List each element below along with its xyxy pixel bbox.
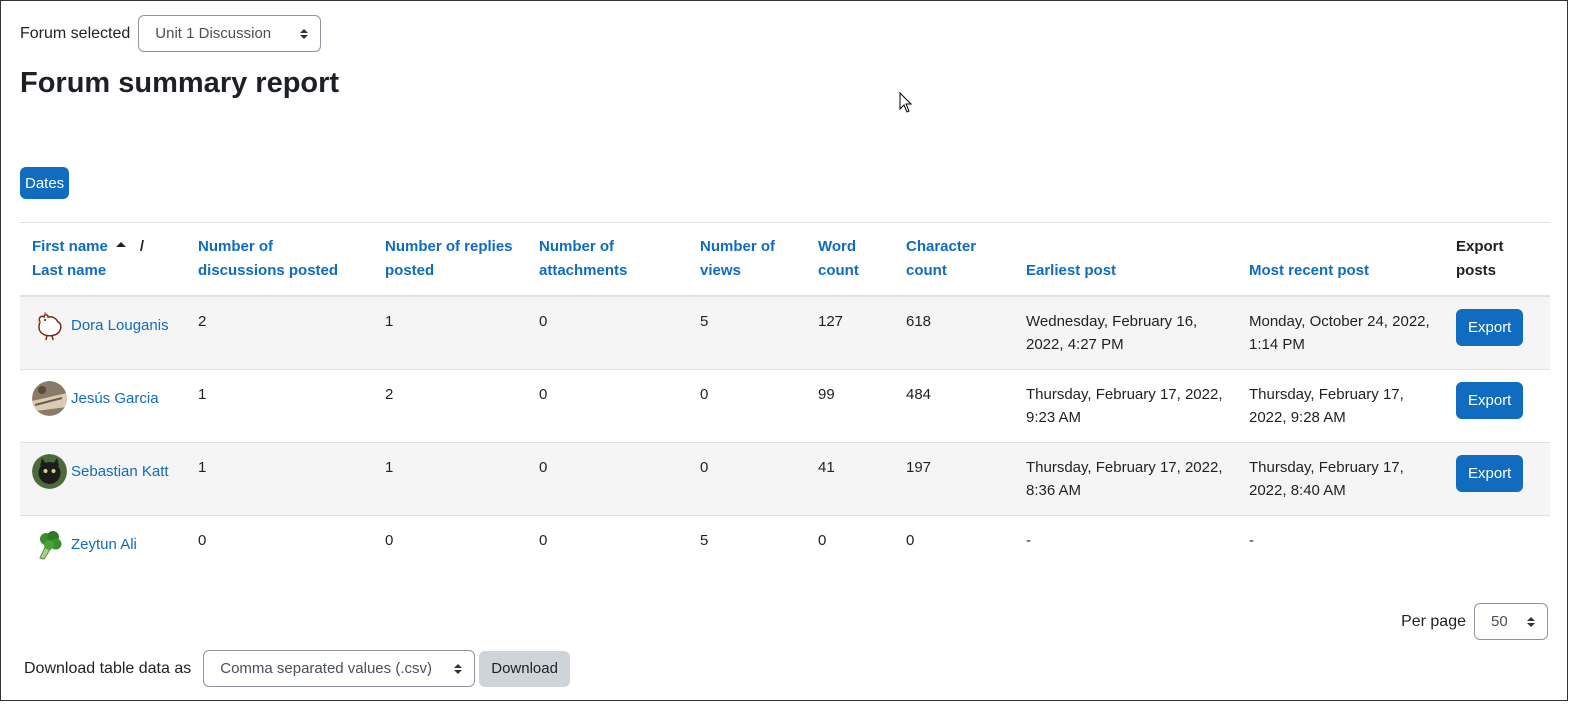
page-frame: Forum selected Unit 1 Discussion Forum s… [0, 0, 1568, 701]
sort-word-count-link[interactable]: Word count [818, 238, 859, 279]
header-separator: / [139, 238, 145, 255]
sort-replies-link[interactable]: Number of replies posted [385, 238, 513, 279]
cell-word-count: 41 [806, 442, 894, 516]
column-header-replies[interactable]: Number of replies posted [373, 222, 527, 297]
cell-discussions: 1 [186, 442, 373, 516]
cell-replies: 0 [373, 515, 527, 588]
table-row: Zeytun Ali 0 0 0 5 0 0 - - [20, 515, 1550, 588]
dates-button[interactable]: Dates [20, 167, 70, 199]
cell-earliest-post: - [1014, 515, 1237, 588]
chicken-icon [32, 308, 67, 343]
cell-attachments: 0 [527, 515, 688, 588]
cell-recent-post: Monday, October 24, 2022, 1:14 PM [1237, 295, 1444, 370]
photo-avatar [32, 381, 67, 416]
download-format-value: Comma separated values (.csv) [220, 660, 432, 677]
per-page-control: Per page 50 [1401, 603, 1548, 640]
cell-discussions: 0 [186, 515, 373, 588]
cell-earliest-post: Thursday, February 17, 2022, 8:36 AM [1014, 442, 1237, 516]
cell-views: 0 [688, 442, 806, 516]
column-header-discussions[interactable]: Number of discussions posted [186, 222, 373, 297]
sort-views-link[interactable]: Number of views [700, 238, 775, 279]
column-header-name: First name / Last name [20, 222, 186, 297]
cell-replies: 1 [373, 295, 527, 370]
column-header-views[interactable]: Number of views [688, 222, 806, 297]
table-header-row: First name / Last name Number of discussi… [20, 222, 1550, 297]
sort-last-name-link[interactable]: Last name [32, 262, 106, 279]
per-page-label: Per page [1401, 612, 1466, 630]
table-row: Jesús Garcia 1 2 0 0 99 484 Thursday, Fe… [20, 369, 1550, 443]
forum-select-value: Unit 1 Discussion [155, 25, 272, 42]
user-link[interactable]: Jesús Garcia [71, 387, 159, 410]
per-page-value: 50 [1491, 613, 1508, 630]
sort-earliest-link[interactable]: Earliest post [1026, 262, 1116, 279]
cell-attachments: 0 [527, 442, 688, 516]
cell-views: 5 [688, 295, 806, 370]
forum-selector-row: Forum selected Unit 1 Discussion [20, 15, 322, 52]
cell-recent-post: Thursday, February 17, 2022, 8:40 AM [1237, 442, 1444, 516]
select-arrows-icon [454, 663, 463, 674]
export-button[interactable]: Export [1456, 309, 1524, 346]
cell-word-count: 0 [806, 515, 894, 588]
cell-views: 5 [688, 515, 806, 588]
sort-attachments-link[interactable]: Number of attachments [539, 238, 627, 279]
cell-attachments: 0 [527, 295, 688, 370]
cell-discussions: 2 [186, 295, 373, 370]
forum-select[interactable]: Unit 1 Discussion [138, 15, 322, 52]
user-link[interactable]: Sebastian Katt [71, 460, 169, 483]
table-row: Dora Louganis 2 1 0 5 127 618 Wednesday,… [20, 295, 1550, 370]
download-format-select[interactable]: Comma separated values (.csv) [203, 650, 476, 687]
select-arrows-icon [1527, 616, 1535, 627]
column-header-char-count[interactable]: Character count [894, 222, 1014, 297]
cell-earliest-post: Wednesday, February 16, 2022, 4:27 PM [1014, 295, 1237, 370]
download-label: Download table data as [24, 659, 192, 677]
cell-discussions: 1 [186, 369, 373, 443]
forum-selector-label: Forum selected [20, 24, 131, 42]
cat-photo-avatar [32, 454, 67, 489]
cell-recent-post: - [1237, 515, 1444, 588]
column-header-attachments[interactable]: Number of attachments [527, 222, 688, 297]
cell-recent-post: Thursday, February 17, 2022, 9:28 AM [1237, 369, 1444, 443]
table-row: Sebastian Katt 1 1 0 0 41 197 Thursday, … [20, 442, 1550, 516]
sort-first-name-link[interactable]: First name [32, 238, 108, 255]
cell-char-count: 484 [894, 369, 1014, 443]
column-header-recent[interactable]: Most recent post [1237, 222, 1444, 297]
cell-attachments: 0 [527, 369, 688, 443]
sort-discussions-link[interactable]: Number of discussions posted [198, 238, 338, 279]
cell-replies: 2 [373, 369, 527, 443]
column-header-earliest[interactable]: Earliest post [1014, 222, 1237, 297]
cell-char-count: 197 [894, 442, 1014, 516]
sort-recent-link[interactable]: Most recent post [1249, 262, 1369, 279]
download-row: Download table data as Comma separated v… [24, 650, 570, 687]
cell-char-count: 0 [894, 515, 1014, 588]
broccoli-icon [32, 527, 67, 562]
cell-char-count: 618 [894, 295, 1014, 370]
export-button[interactable]: Export [1456, 382, 1524, 419]
mouse-cursor-icon [899, 92, 913, 113]
forum-summary-table: First name / Last name Number of discussi… [20, 222, 1550, 588]
per-page-select[interactable]: 50 [1474, 603, 1548, 640]
cell-earliest-post: Thursday, February 17, 2022, 9:23 AM [1014, 369, 1237, 443]
export-button[interactable]: Export [1456, 455, 1524, 492]
sort-char-count-link[interactable]: Character count [906, 238, 976, 279]
column-header-export: Export posts [1444, 222, 1550, 297]
page-title: Forum summary report [20, 67, 340, 99]
cell-word-count: 99 [806, 369, 894, 443]
select-arrows-icon [300, 28, 309, 39]
cell-export-empty [1444, 515, 1550, 588]
download-button[interactable]: Download [479, 650, 570, 687]
user-link[interactable]: Zeytun Ali [71, 533, 137, 556]
column-header-word-count[interactable]: Word count [806, 222, 894, 297]
sort-ascending-icon [115, 241, 126, 247]
cell-word-count: 127 [806, 295, 894, 370]
user-link[interactable]: Dora Louganis [71, 314, 169, 337]
cell-views: 0 [688, 369, 806, 443]
cell-replies: 1 [373, 442, 527, 516]
